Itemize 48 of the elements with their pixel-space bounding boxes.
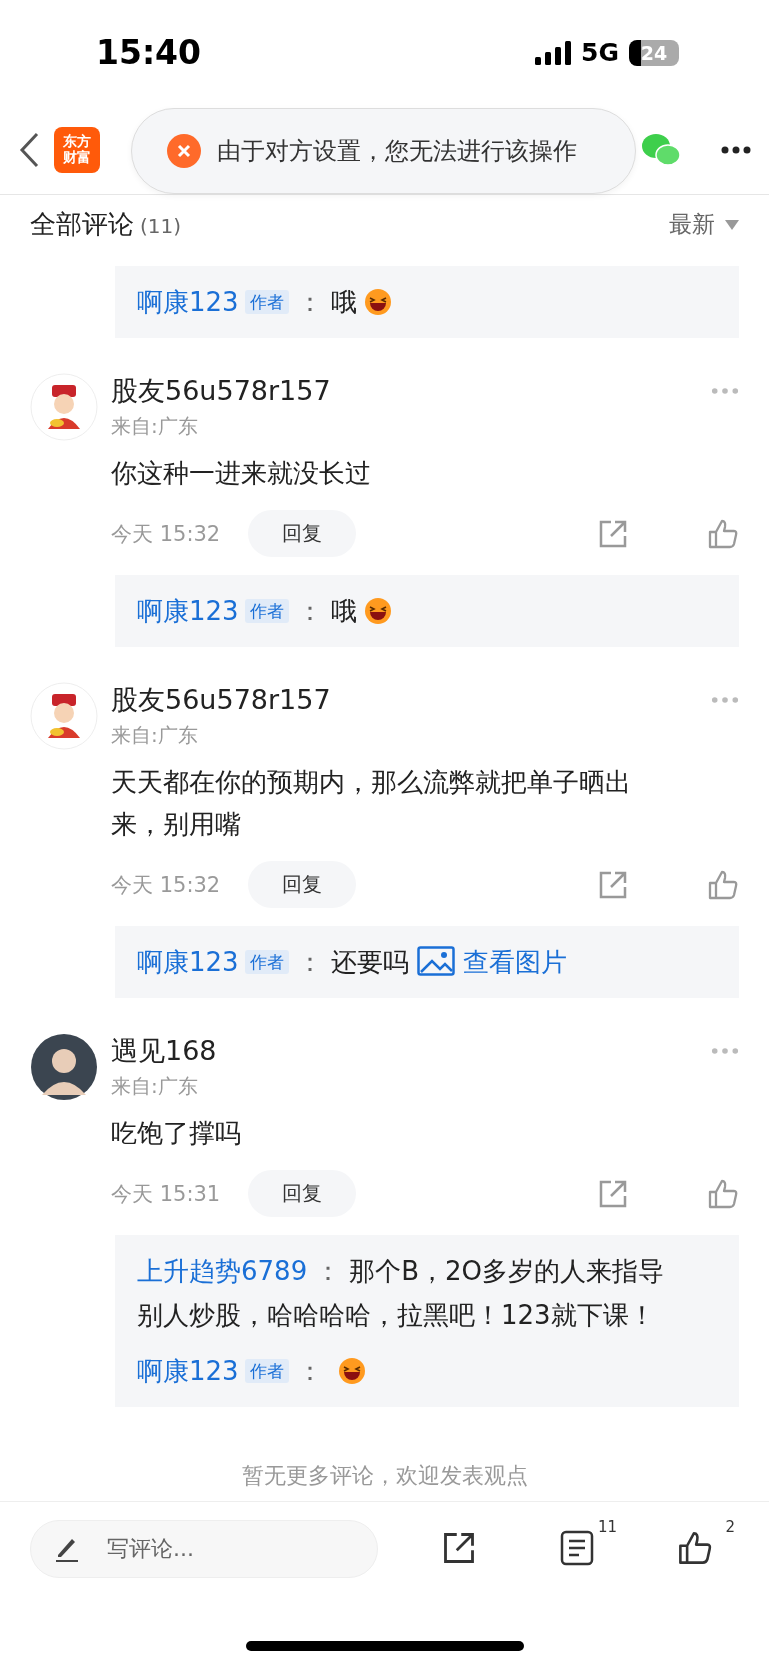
error-icon xyxy=(167,134,201,168)
avatar xyxy=(30,682,98,750)
comment-text: 天天都在你的预期内，那么流弊就把单子晒出来，别用嘴 xyxy=(111,766,632,841)
username[interactable]: 股友56u578r157 xyxy=(111,373,331,409)
back-icon[interactable] xyxy=(18,131,40,168)
avatar xyxy=(30,1033,98,1101)
share-icon[interactable] xyxy=(441,1530,477,1566)
toast-message: 由于对方设置，您无法进行该操作 xyxy=(217,136,577,167)
section-title: 全部评论 xyxy=(30,209,134,239)
status-time: 15:40 xyxy=(96,33,202,72)
sort-selector[interactable]: 最新 xyxy=(669,209,715,240)
app-logo: 东方 财富 xyxy=(54,126,100,173)
reply-button[interactable]: 回复 xyxy=(248,510,357,557)
comment-time: 今天 15:31 xyxy=(111,1180,221,1208)
location: 来自:广东 xyxy=(111,722,199,749)
reply-text: 上升趋势6789 ： 那个B，2O多岁的人来指导别人炒股，哈哈哈哈，拉黑吧！123就下课！ xyxy=(137,1255,665,1332)
reply-button[interactable]: 回复 xyxy=(248,1170,357,1217)
comments-list-icon[interactable] xyxy=(559,1530,595,1566)
end-of-list-note: 暂无更多评论，欢迎发表观点 xyxy=(241,1462,528,1490)
more-icon[interactable] xyxy=(721,145,751,154)
comment-time: 今天 15:32 xyxy=(111,871,221,899)
comment-badge-count: 11 xyxy=(597,1518,617,1536)
laughing-emoji-icon xyxy=(364,289,391,315)
dropdown-caret-icon[interactable] xyxy=(725,219,739,230)
comment-text: 吃饱了撑吗 xyxy=(111,1117,242,1150)
location: 来自:广东 xyxy=(111,413,199,440)
like-count: 2 xyxy=(725,1518,735,1536)
thumbs-up-icon[interactable] xyxy=(707,868,739,901)
signal-icon xyxy=(535,40,572,65)
thumbs-up-icon[interactable] xyxy=(707,517,739,550)
reply-button[interactable]: 回复 xyxy=(248,861,357,908)
comment-input-field[interactable]: 写评论... xyxy=(30,1520,378,1578)
username[interactable]: 股友56u578r157 xyxy=(111,682,331,718)
thumbs-up-icon[interactable] xyxy=(677,1530,713,1566)
comment-time: 今天 15:32 xyxy=(111,520,221,548)
view-image-link[interactable]: 查看图片 xyxy=(463,947,568,977)
chat-bubbles-icon[interactable] xyxy=(641,132,681,167)
network-label: 5G xyxy=(581,38,619,67)
avatar xyxy=(30,373,98,441)
location: 来自:广东 xyxy=(111,1073,199,1100)
comment-count: (11) xyxy=(140,214,182,238)
laughing-emoji-icon xyxy=(364,598,391,624)
username[interactable]: 遇见168 xyxy=(111,1033,217,1069)
comment-text: 你这种一进来就没长过 xyxy=(111,457,372,490)
laughing-emoji-icon xyxy=(338,1358,365,1384)
battery-level: 24 xyxy=(629,39,679,66)
image-icon xyxy=(416,946,455,976)
thumbs-up-icon[interactable] xyxy=(707,1177,739,1210)
